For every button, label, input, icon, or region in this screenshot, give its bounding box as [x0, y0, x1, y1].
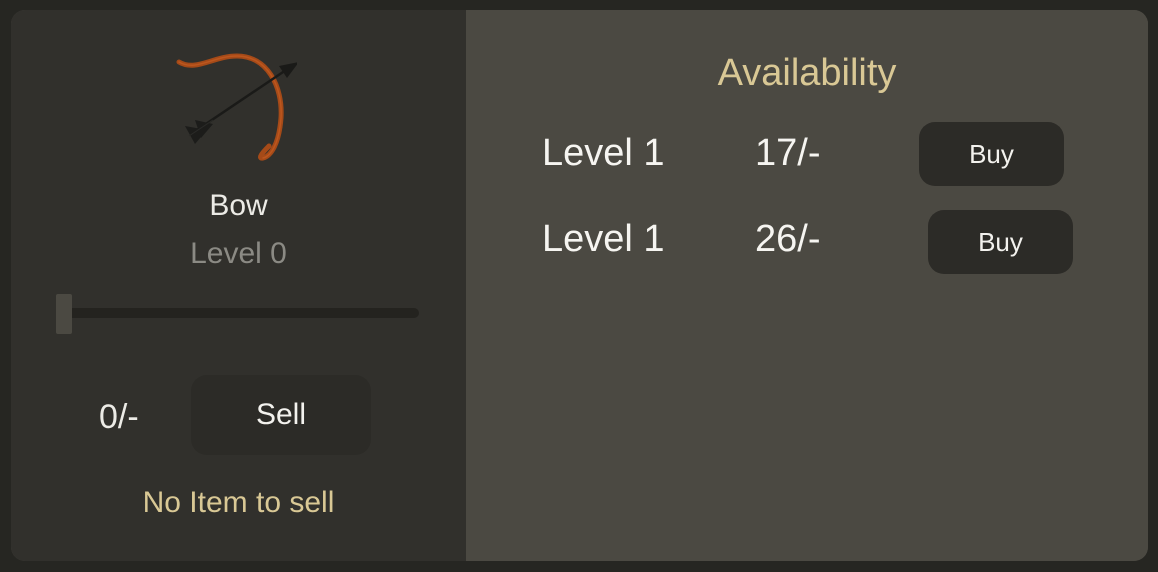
sell-status-message: No Item to sell — [142, 486, 335, 519]
shop-card: Bow Level 0 0/- Sell No Item to sell Ava… — [11, 10, 1148, 561]
offer-price: 17/- — [755, 132, 821, 174]
sell-price: 0/- — [99, 398, 139, 436]
item-name: Bow — [209, 189, 268, 222]
offer-level: Level 1 — [542, 132, 665, 174]
bow-and-arrow-icon — [176, 53, 297, 161]
availability-title: Availability — [717, 52, 897, 94]
buy-button[interactable]: Buy — [919, 122, 1064, 186]
level-progress-handle — [56, 294, 72, 334]
offer-level: Level 1 — [542, 218, 665, 260]
level-progress-bar — [59, 308, 419, 318]
buy-button[interactable]: Buy — [928, 210, 1073, 274]
availability-panel: Availability Level 1 17/- Buy Level 1 26… — [466, 10, 1148, 561]
item-panel: Bow Level 0 0/- Sell No Item to sell — [11, 10, 466, 561]
item-level: Level 0 — [190, 237, 287, 270]
offer-price: 26/- — [755, 218, 821, 260]
sell-button[interactable]: Sell — [191, 375, 371, 455]
